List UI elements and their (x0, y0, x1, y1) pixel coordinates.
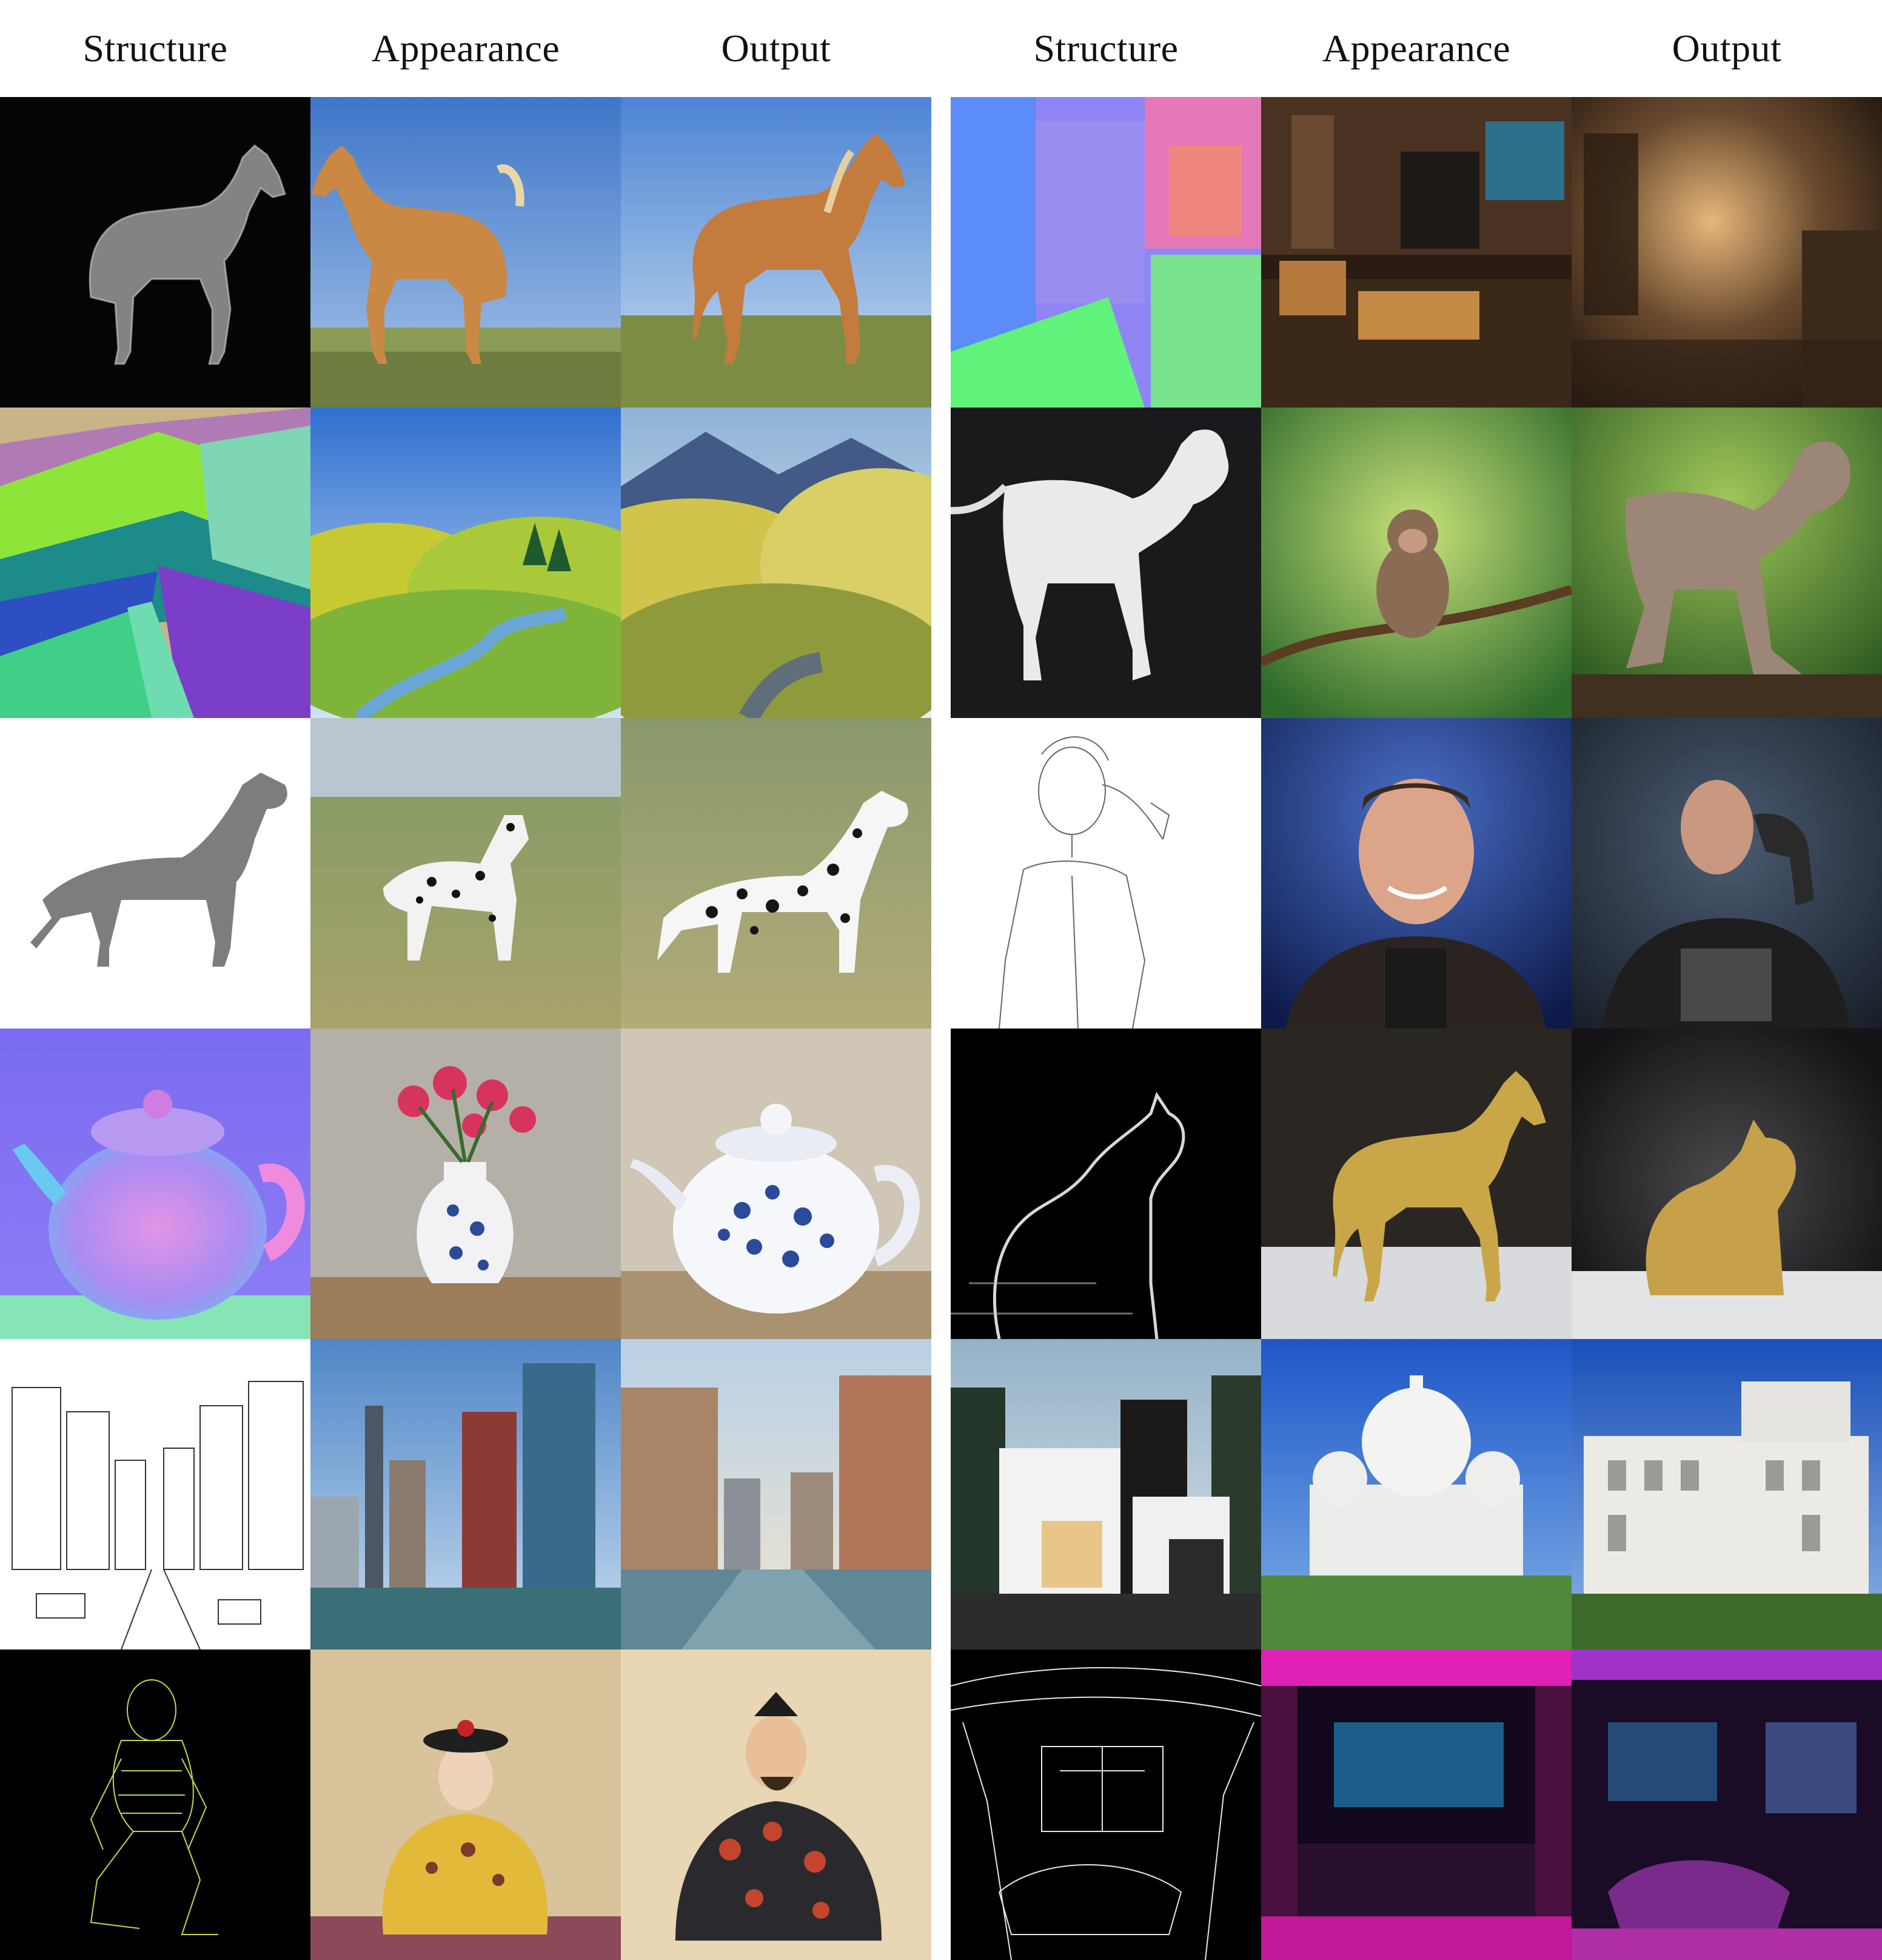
dog-mesh-structure (0, 718, 310, 1029)
landscape-segmentation-structure (0, 408, 310, 718)
city-river-appearance (310, 1339, 621, 1650)
dalmatian-output (621, 718, 931, 1029)
hills-painting-appearance (310, 408, 621, 718)
neon-room-appearance (1261, 1650, 1572, 1960)
emperor-portrait-appearance (310, 1650, 621, 1960)
image-row (951, 1650, 1882, 1960)
monkey-output (1572, 408, 1882, 718)
man-output (1572, 718, 1882, 1029)
white-palace-output (1572, 1339, 1882, 1650)
valley-road-output (621, 408, 931, 718)
left-image-panel (0, 97, 931, 1960)
smiling-man-appearance (1261, 718, 1572, 1029)
golden-horse-statue-appearance (1261, 1029, 1572, 1339)
image-row (951, 1339, 1882, 1650)
image-row (951, 408, 1882, 718)
image-row (951, 1029, 1882, 1339)
comparison-grid: Structure Appearance Output Structure Ap… (0, 0, 1882, 1960)
cat-edge-structure (951, 1029, 1261, 1339)
baby-monkey-appearance (1261, 408, 1572, 718)
cabin-interior-appearance (1261, 97, 1572, 408)
appearance-header: Appearance (371, 27, 560, 70)
right-image-panel (951, 97, 1882, 1960)
man-sketch-structure (951, 718, 1261, 1029)
appearance-header: Appearance (1322, 27, 1511, 70)
horse-output (621, 97, 931, 408)
dalmatian-appearance (310, 718, 621, 1029)
image-row (0, 408, 931, 718)
teapot-normal-structure (0, 1029, 310, 1339)
flower-vase-appearance (310, 1029, 621, 1339)
image-row (0, 97, 931, 408)
horse-depth-structure (0, 97, 310, 408)
image-row (0, 718, 931, 1029)
kitchen-output (1572, 97, 1882, 408)
structure-header: Structure (82, 27, 228, 70)
output-header: Output (721, 27, 831, 70)
seated-figure-output (621, 1650, 931, 1960)
image-row (0, 1339, 931, 1650)
man-wireframe-structure (0, 1650, 310, 1960)
image-row (0, 1650, 931, 1960)
basilica-appearance (1261, 1339, 1572, 1650)
right-column-headers: Structure Appearance Output (951, 0, 1882, 97)
city-canal-output (621, 1339, 931, 1650)
monkey-mesh-structure (951, 408, 1261, 718)
porcelain-teapot-output (621, 1029, 931, 1339)
structure-header: Structure (1033, 27, 1179, 70)
city-sketch-structure (0, 1339, 310, 1650)
image-row (0, 1029, 931, 1339)
room-lines-structure (951, 1650, 1261, 1960)
room-normal-structure (951, 97, 1261, 408)
palomino-horse-appearance (310, 97, 621, 408)
left-column-headers: Structure Appearance Output (0, 0, 931, 97)
image-row (951, 97, 1882, 408)
golden-cat-output (1572, 1029, 1882, 1339)
image-row (951, 718, 1882, 1029)
modern-house-structure (951, 1339, 1261, 1650)
neon-bedroom-output (1572, 1650, 1882, 1960)
output-header: Output (1672, 27, 1782, 70)
